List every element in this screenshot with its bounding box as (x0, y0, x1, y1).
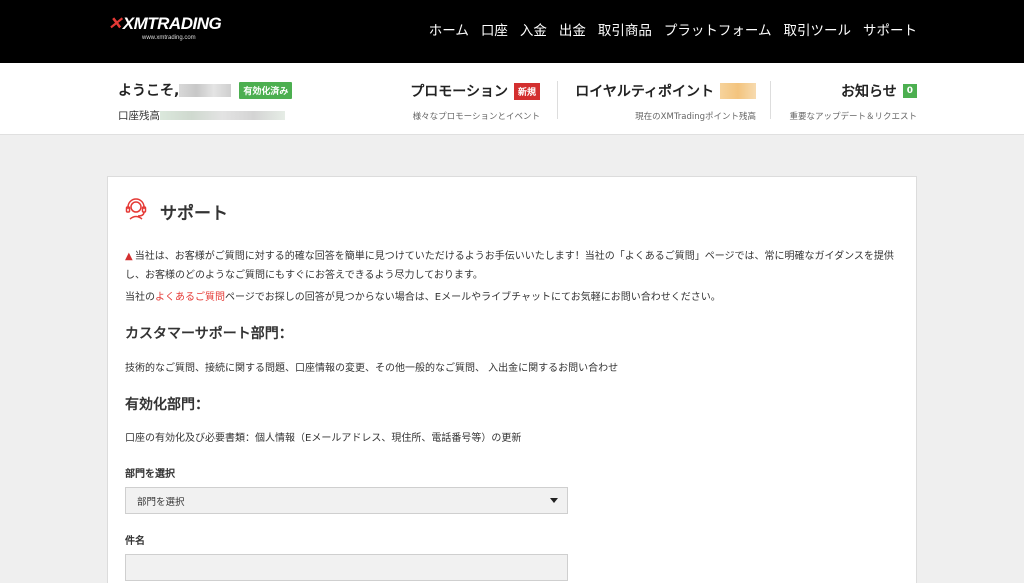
welcome-block: ようこそ, 有効化済み 口座残高 (118, 80, 293, 123)
faq-prefix: 当社の (125, 292, 155, 303)
account-bar: ようこそ, 有効化済み 口座残高 プロモーション 新規 様々なプロモーションとイ… (0, 63, 1024, 135)
divider (557, 81, 558, 119)
logo-url: www.xmtrading.com (142, 35, 196, 41)
top-navbar: ✕ XMTRADING www.xmtrading.com ホーム 口座 入金 … (0, 0, 1024, 63)
main-nav: ホーム 口座 入金 出金 取引商品 プラットフォーム 取引ツール サポート (429, 19, 917, 39)
welcome-text: ようこそ, (118, 83, 180, 99)
loyalty-points-redacted (720, 83, 756, 99)
faq-suffix: ページでお探しの回答が見つからない場合は、Eメールやライブチャットにてお気軽にお… (225, 292, 721, 303)
logo-x-mark-icon: ✕ (108, 14, 122, 33)
divider (770, 81, 771, 119)
subject-input[interactable] (125, 554, 568, 581)
logo-wordmark: ✕ XMTRADING (108, 14, 222, 34)
support-header: サポート (124, 197, 228, 225)
verified-badge: 有効化済み (239, 81, 293, 99)
logo-text: XMTRADING (122, 14, 222, 33)
nav-trading-tools[interactable]: 取引ツール (784, 19, 852, 39)
faq-paragraph: 当社のよくあるご質問ページでお探しの回答が見つからない場合は、Eメールやライブチ… (125, 288, 721, 303)
notices-subtitle: 重要なアップデート＆リクエスト (789, 112, 917, 122)
new-badge: 新規 (513, 82, 540, 100)
nav-home[interactable]: ホーム (429, 19, 469, 39)
intro-text: 当社は、お客様がご質問に対する的確な回答を簡単に見つけていただけるようお手伝いい… (125, 251, 894, 281)
loyalty-title: ロイヤルティポイント (575, 84, 714, 100)
nav-support[interactable]: サポート (863, 19, 917, 39)
nav-withdrawal[interactable]: 出金 (559, 19, 586, 39)
customer-support-heading: カスタマーサポート部門： (125, 326, 293, 342)
department-selected-value: 部門を選択 (137, 496, 185, 508)
notices-title: お知らせ (841, 84, 897, 100)
balance-label: 口座残高 (118, 110, 160, 122)
notices-link[interactable]: お知らせ 0 重要なアップデート＆リクエスト (782, 81, 917, 122)
promotions-subtitle: 様々なプロモーションとイベント (412, 112, 540, 122)
subject-label: 件名 (125, 536, 145, 547)
nav-platforms[interactable]: プラットフォーム (664, 19, 772, 39)
nav-accounts[interactable]: 口座 (481, 19, 508, 39)
nav-deposit[interactable]: 入金 (520, 19, 547, 39)
activation-heading: 有効化部門： (125, 397, 209, 413)
faq-link[interactable]: よくあるご質問 (155, 292, 225, 303)
promotions-link[interactable]: プロモーション 新規 様々なプロモーションとイベント (408, 81, 540, 122)
balance-value-redacted (160, 111, 285, 120)
user-name-redacted (179, 83, 232, 97)
caret-down-icon (550, 498, 558, 503)
headset-icon (124, 197, 148, 225)
intro-paragraph: ▲ 当社は、お客様がご質問に対する的確な回答を簡単に見つけていただけるようお手伝い… (125, 247, 905, 285)
warning-icon: ▲ (125, 251, 133, 262)
xmtrading-logo[interactable]: ✕ XMTRADING www.xmtrading.com (108, 14, 222, 41)
notices-count-badge: 0 (902, 84, 917, 98)
page-title: サポート (160, 203, 228, 224)
activation-text: 口座の有効化及び必要書類：個人情報（Eメールアドレス、現住所、電話番号等）の更新 (125, 433, 522, 444)
support-card: サポート ▲ 当社は、お客様がご質問に対する的確な回答を簡単に見つけていただけるよ… (107, 176, 917, 583)
loyalty-subtitle: 現在のXMTradingポイント残高 (635, 112, 756, 122)
loyalty-points-link[interactable]: ロイヤルティポイント 現在のXMTradingポイント残高 (570, 81, 756, 122)
nav-instruments[interactable]: 取引商品 (598, 19, 652, 39)
department-label: 部門を選択 (125, 469, 175, 480)
department-select[interactable]: 部門を選択 (125, 487, 568, 514)
customer-support-text: 技術的なご質問、接続に関する問題、口座情報の変更、その他一般的なご質問、 入出金… (125, 363, 619, 374)
promotions-title: プロモーション (410, 84, 508, 100)
